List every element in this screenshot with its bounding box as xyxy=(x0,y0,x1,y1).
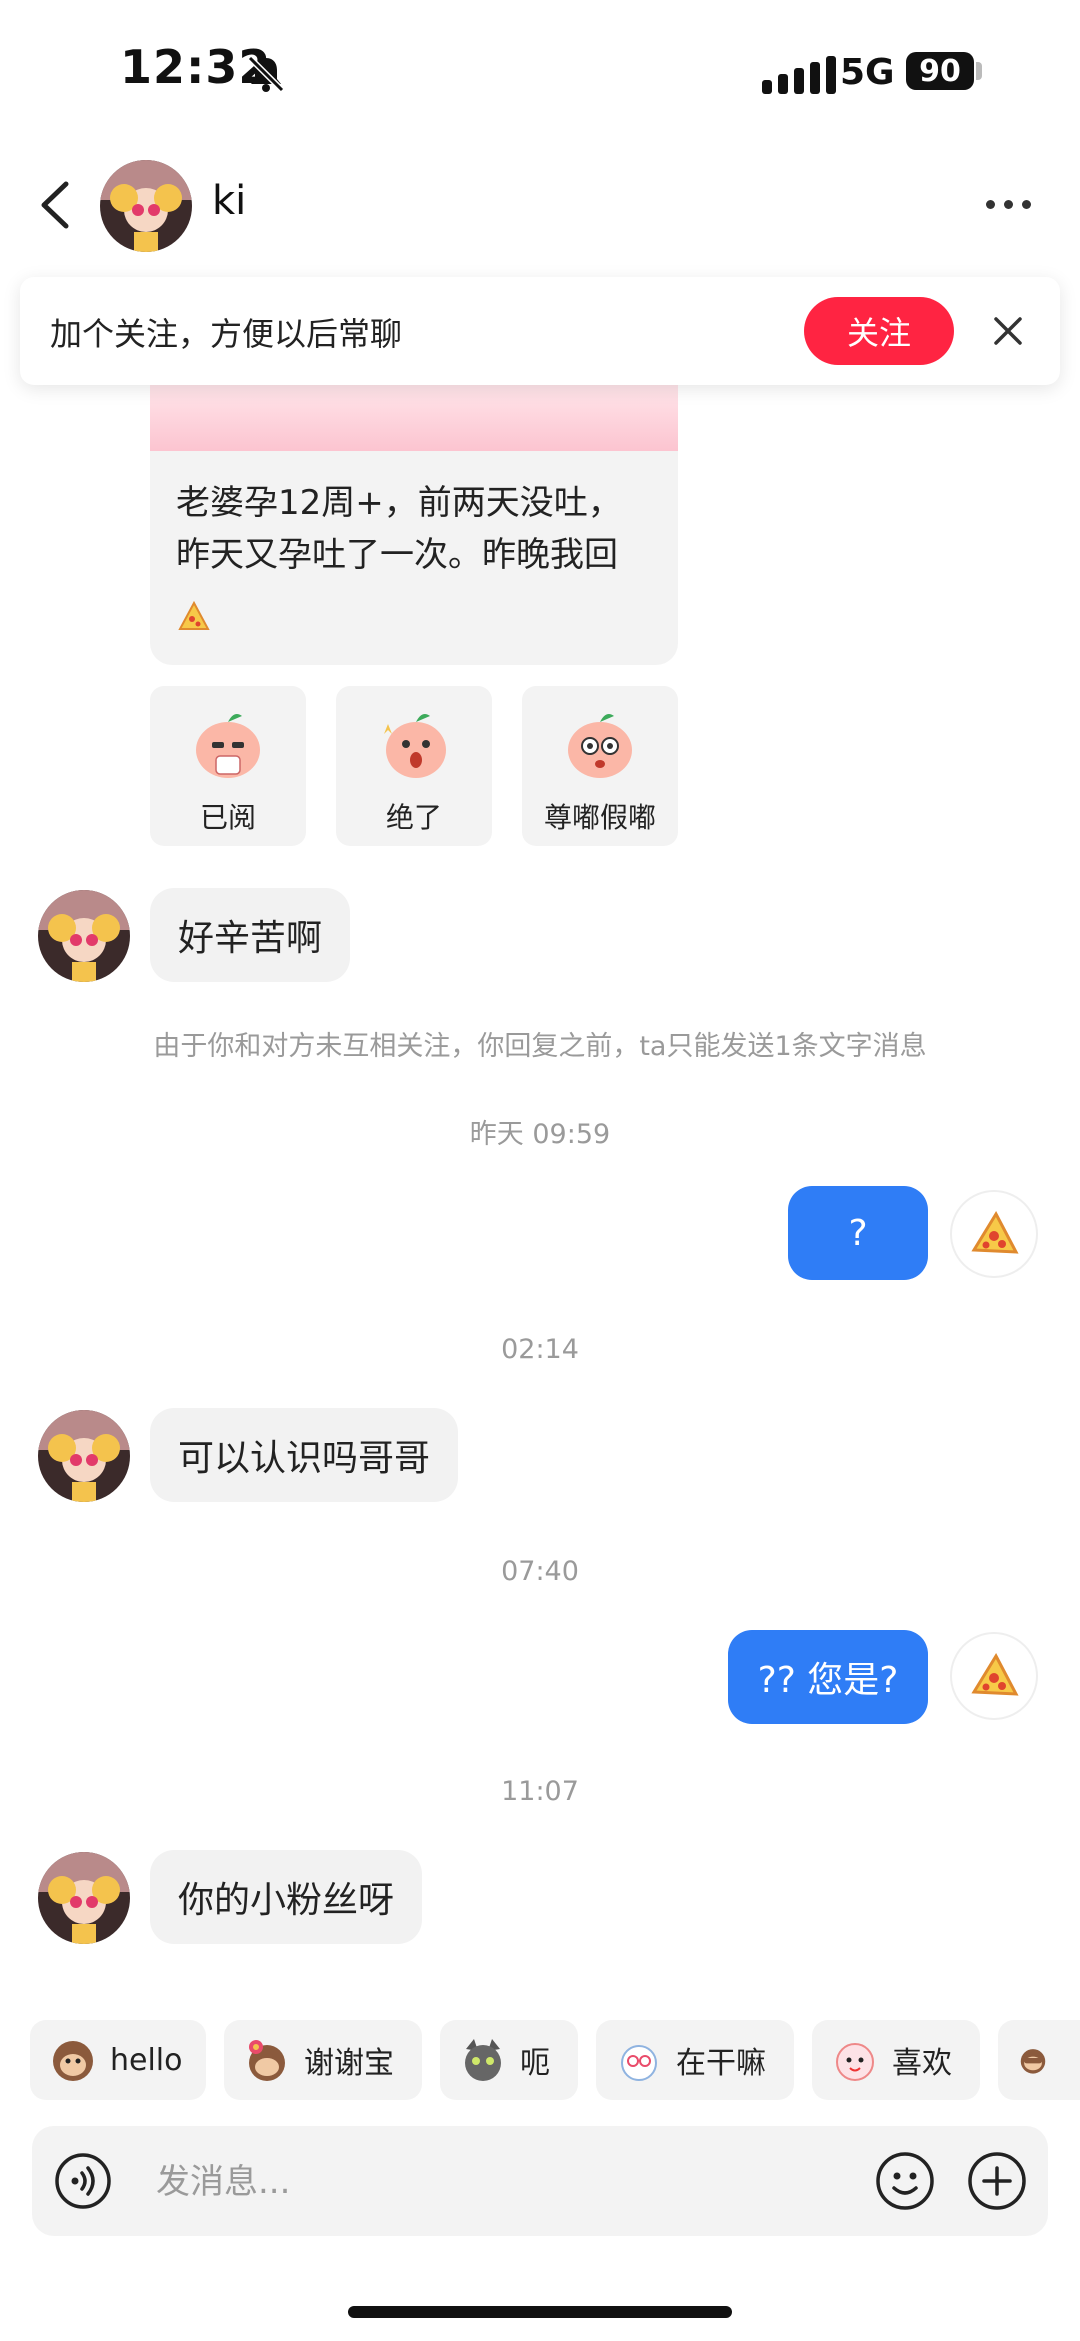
message-bubble-incoming[interactable]: 你的小粉丝呀 xyxy=(150,1850,423,1944)
plus-icon[interactable] xyxy=(966,2150,1028,2212)
pizza-icon xyxy=(971,1652,1019,1696)
monkey-cover-sticker-icon xyxy=(1020,2049,1046,2074)
contact-avatar[interactable] xyxy=(38,890,130,982)
follow-button[interactable]: 关注 xyxy=(804,297,954,365)
anime-avatar-icon xyxy=(38,1852,130,1944)
anime-avatar-icon xyxy=(38,890,130,982)
banner-text: 加个关注，方便以后常聊 xyxy=(50,315,403,353)
self-avatar[interactable] xyxy=(950,1190,1038,1278)
back-icon[interactable] xyxy=(36,180,76,230)
timestamp: 昨天 09:59 xyxy=(469,1119,611,1150)
anime-avatar-icon xyxy=(100,160,192,252)
note-line: 昨天又孕吐了一次。昨晚我回 xyxy=(176,535,618,575)
reaction-label: 已阅 xyxy=(199,801,256,834)
note-line: 老婆孕12周+，前两天没吐， xyxy=(176,483,622,523)
quick-reply-label: 呃 xyxy=(520,2046,550,2081)
pink-creature-sticker-icon xyxy=(836,2043,874,2081)
home-indicator[interactable] xyxy=(348,2306,732,2318)
quick-reply-label: 喜欢 xyxy=(892,2046,952,2081)
quick-reply-label: 谢谢宝 xyxy=(304,2046,394,2081)
quick-reply-like[interactable]: 喜欢 xyxy=(812,2020,980,2100)
peach-wow-sticker-icon xyxy=(384,714,446,778)
self-avatar[interactable] xyxy=(950,1632,1038,1720)
quick-reply-uh[interactable]: 呃 xyxy=(440,2020,578,2100)
reaction-really[interactable]: 尊嘟假嘟 xyxy=(522,686,678,846)
message-input-bar xyxy=(32,2126,1048,2236)
battery-icon: 90 xyxy=(906,52,974,90)
quick-reply-thanks[interactable]: 谢谢宝 xyxy=(224,2020,422,2100)
quick-reply-more[interactable] xyxy=(998,2020,1080,2100)
reaction-label: 尊嘟假嘟 xyxy=(543,801,656,834)
reaction-label: 绝了 xyxy=(385,801,442,834)
signal-icon xyxy=(762,56,836,94)
battery-cap xyxy=(976,62,982,80)
system-notice: 由于你和对方未互相关注，你回复之前，ta只能发送1条文字消息 xyxy=(153,1031,927,1062)
shared-note-card[interactable]: 老婆孕12周+，前两天没吐， 昨天又孕吐了一次。昨晚我回 xyxy=(150,385,678,665)
monkey-sticker-icon xyxy=(53,2041,93,2081)
peach-reading-sticker-icon xyxy=(196,714,260,778)
reaction-amazing[interactable]: 绝了 xyxy=(336,686,492,846)
quick-reply-what-doing[interactable]: 在干嘛 xyxy=(596,2020,794,2100)
follow-banner: 加个关注，方便以后常聊 关注 xyxy=(20,277,1060,385)
pizza-icon xyxy=(971,1210,1019,1254)
chat-title: ki xyxy=(212,178,247,224)
note-cover-image xyxy=(150,385,678,451)
bunny-sticker-icon xyxy=(621,2045,657,2081)
message-bubble-incoming[interactable]: 好辛苦啊 xyxy=(150,888,351,982)
peach-surprised-sticker-icon xyxy=(568,714,632,778)
emoji-icon[interactable] xyxy=(874,2150,936,2212)
message-bubble-incoming[interactable]: 可以认识吗哥哥 xyxy=(150,1408,459,1502)
message-input[interactable] xyxy=(154,2156,758,2208)
quick-reply-label: hello xyxy=(110,2042,183,2078)
network-label: 5G xyxy=(840,52,895,93)
pizza-icon xyxy=(178,600,210,630)
bell-muted-icon xyxy=(247,55,285,93)
more-options-icon[interactable] xyxy=(986,200,1031,209)
monkey-flower-sticker-icon xyxy=(249,2040,285,2081)
timestamp: 07:40 xyxy=(501,1556,579,1587)
contact-avatar[interactable] xyxy=(38,1852,130,1944)
reaction-read[interactable]: 已阅 xyxy=(150,686,306,846)
close-icon[interactable] xyxy=(990,313,1026,349)
timestamp: 11:07 xyxy=(501,1776,579,1807)
note-snippet: 老婆孕12周+，前两天没吐， 昨天又孕吐了一次。昨晚我回 xyxy=(176,477,656,581)
timestamp: 02:14 xyxy=(501,1334,579,1365)
message-bubble-outgoing[interactable]: ?? 您是? xyxy=(728,1630,928,1724)
contact-avatar[interactable] xyxy=(38,1410,130,1502)
cat-sticker-icon xyxy=(465,2039,501,2081)
voice-icon[interactable] xyxy=(54,2152,112,2210)
quick-reply-hello[interactable]: hello xyxy=(30,2020,206,2100)
contact-avatar[interactable] xyxy=(100,160,192,252)
message-bubble-outgoing[interactable]: ? xyxy=(788,1186,928,1280)
quick-reply-label: 在干嘛 xyxy=(676,2046,766,2081)
anime-avatar-icon xyxy=(38,1410,130,1502)
